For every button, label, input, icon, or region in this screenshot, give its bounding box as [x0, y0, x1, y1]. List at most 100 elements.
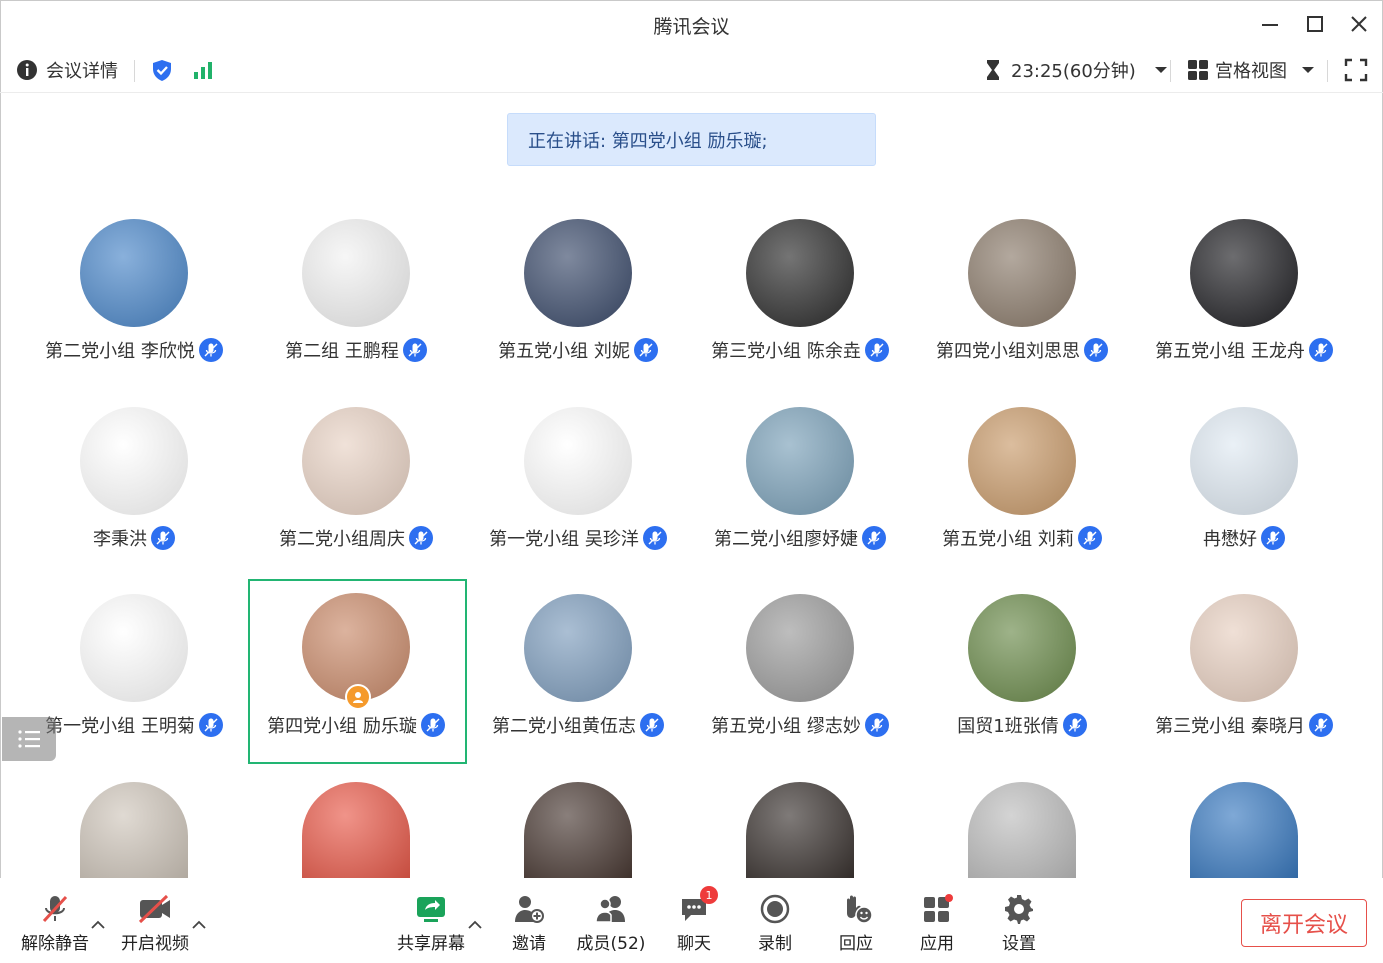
share-screen-button[interactable]: 共享屏幕	[391, 892, 471, 958]
close-button[interactable]	[1344, 10, 1374, 38]
participant-tile[interactable]: 第二党小组周庆	[245, 407, 467, 595]
reaction-label: 回应	[839, 934, 873, 954]
members-button[interactable]: 成员(52)	[571, 892, 651, 958]
avatar	[968, 594, 1076, 702]
avatar	[524, 782, 632, 878]
participant-tile[interactable]	[245, 782, 467, 878]
participant-name-row: 第一党小组 王明菊	[23, 712, 245, 738]
maximize-button[interactable]	[1300, 10, 1330, 38]
participant-name: 第五党小组 缪志妙	[711, 716, 861, 737]
participant-tile[interactable]: 李秉洪	[23, 407, 245, 595]
active-speaker-highlight	[248, 579, 467, 764]
chevron-down-icon	[1154, 67, 1167, 73]
meeting-details-button[interactable]: 会议详情	[16, 48, 118, 92]
maximize-icon	[1307, 16, 1323, 32]
timer-dropdown[interactable]: 23:25(60分钟)	[985, 48, 1168, 92]
participant-tile[interactable]: 第一党小组 吴珍洋	[467, 407, 689, 595]
participant-name-row: 第三党小组 秦晓月	[1133, 712, 1355, 738]
participant-tile[interactable]: 第二党小组 李欣悦	[23, 219, 245, 407]
participant-tile[interactable]: 第四党小组刘思思	[911, 219, 1133, 407]
participant-tile[interactable]: 国贸1班张倩	[911, 594, 1133, 782]
raise-hand-icon	[838, 892, 874, 926]
participant-name: 第五党小组 刘妮	[498, 341, 630, 362]
share-screen-label: 共享屏幕	[397, 934, 465, 954]
participant-tile[interactable]	[23, 782, 245, 878]
participant-tile[interactable]	[467, 782, 689, 878]
participant-tile[interactable]: 冉懋好	[1133, 407, 1355, 595]
participant-tile[interactable]: 第三党小组 陈余垚	[689, 219, 911, 407]
video-options-chevron[interactable]	[192, 918, 206, 934]
divider	[134, 60, 135, 82]
mic-muted-icon	[409, 526, 433, 550]
members-icon	[593, 892, 629, 926]
audio-options-chevron[interactable]	[91, 918, 105, 934]
participant-name-row: 李秉洪	[23, 525, 245, 551]
title-bar: 腾讯会议	[0, 0, 1383, 48]
avatar	[302, 782, 410, 878]
record-label: 录制	[758, 934, 792, 954]
avatar	[302, 407, 410, 515]
participant-name: 李秉洪	[93, 529, 147, 550]
reaction-button[interactable]: 回应	[816, 892, 896, 958]
participant-name-row: 第三党小组 陈余垚	[689, 337, 911, 363]
avatar	[746, 782, 854, 878]
participant-tile[interactable]: 第三党小组 秦晓月	[1133, 594, 1355, 782]
unmute-label: 解除静音	[21, 934, 89, 954]
hourglass-icon	[987, 60, 999, 80]
participant-name-row: 第四党小组刘思思	[911, 337, 1133, 363]
avatar	[302, 219, 410, 327]
participant-name: 第五党小组 王龙舟	[1155, 341, 1305, 362]
participant-tile[interactable]	[1133, 782, 1355, 878]
chevron-up-icon	[192, 920, 206, 929]
mic-muted-icon	[864, 713, 889, 737]
mic-muted-icon	[642, 526, 667, 550]
participant-tile[interactable]: 第五党小组 王龙舟	[1133, 219, 1355, 407]
signal-bars-icon	[194, 62, 212, 79]
participant-name: 第二党小组 李欣悦	[45, 341, 195, 362]
share-options-chevron[interactable]	[468, 918, 482, 934]
info-icon	[17, 60, 37, 80]
participant-tile[interactable]: 第一党小组 王明菊	[23, 594, 245, 782]
chat-label: 聊天	[677, 934, 711, 954]
mic-muted-icon	[198, 713, 223, 737]
fullscreen-button[interactable]	[1344, 48, 1368, 92]
leave-meeting-button[interactable]: 离开会议	[1241, 899, 1367, 947]
mic-muted-icon	[640, 713, 664, 737]
participant-name: 第四党小组刘思思	[936, 341, 1080, 362]
settings-button[interactable]: 设置	[979, 892, 1059, 958]
security-shield-button[interactable]	[150, 48, 174, 92]
minimize-button[interactable]	[1255, 10, 1285, 38]
participant-tile[interactable]: 第五党小组 刘莉	[911, 407, 1133, 595]
gear-icon	[1001, 892, 1037, 926]
list-icon	[18, 730, 40, 748]
participant-name: 国贸1班张倩	[957, 716, 1059, 737]
participant-tile[interactable]: 第二组 王鹏程	[245, 219, 467, 407]
unmute-button[interactable]: 解除静音	[15, 892, 95, 958]
participant-tile[interactable]	[911, 782, 1133, 878]
participant-name-row: 第二组 王鹏程	[245, 337, 467, 363]
chevron-down-icon	[1302, 67, 1314, 73]
camera-off-icon	[137, 892, 173, 926]
invite-button[interactable]: 邀请	[489, 892, 569, 958]
chevron-up-icon	[468, 920, 482, 929]
start-video-button[interactable]: 开启视频	[115, 892, 195, 958]
participant-tile[interactable]: 第五党小组 缪志妙	[689, 594, 911, 782]
view-mode-dropdown[interactable]: 宫格视图	[1187, 48, 1315, 92]
divider	[1170, 60, 1171, 82]
network-signal-indicator[interactable]	[192, 48, 214, 92]
participant-tile[interactable]: 第五党小组 刘妮	[467, 219, 689, 407]
record-button[interactable]: 录制	[735, 892, 815, 958]
active-speaker-text: 正在讲话: 第四党小组 励乐璇;	[528, 130, 768, 152]
mic-muted-icon	[402, 338, 427, 362]
participant-tile[interactable]: 第二党小组黄伍志	[467, 594, 689, 782]
mic-muted-icon	[1308, 338, 1333, 362]
settings-label: 设置	[1002, 934, 1036, 954]
participant-name-row: 第二党小组周庆	[245, 525, 467, 551]
chat-button[interactable]: 1 聊天	[654, 886, 734, 958]
mic-muted-icon	[633, 338, 658, 362]
apps-button[interactable]: 应用	[897, 892, 977, 958]
participant-tile[interactable]: 第二党小组廖妤婕	[689, 407, 911, 595]
participant-name-row: 冉懋好	[1133, 525, 1355, 551]
participant-tile[interactable]	[689, 782, 911, 878]
side-panel-toggle[interactable]	[2, 717, 56, 761]
